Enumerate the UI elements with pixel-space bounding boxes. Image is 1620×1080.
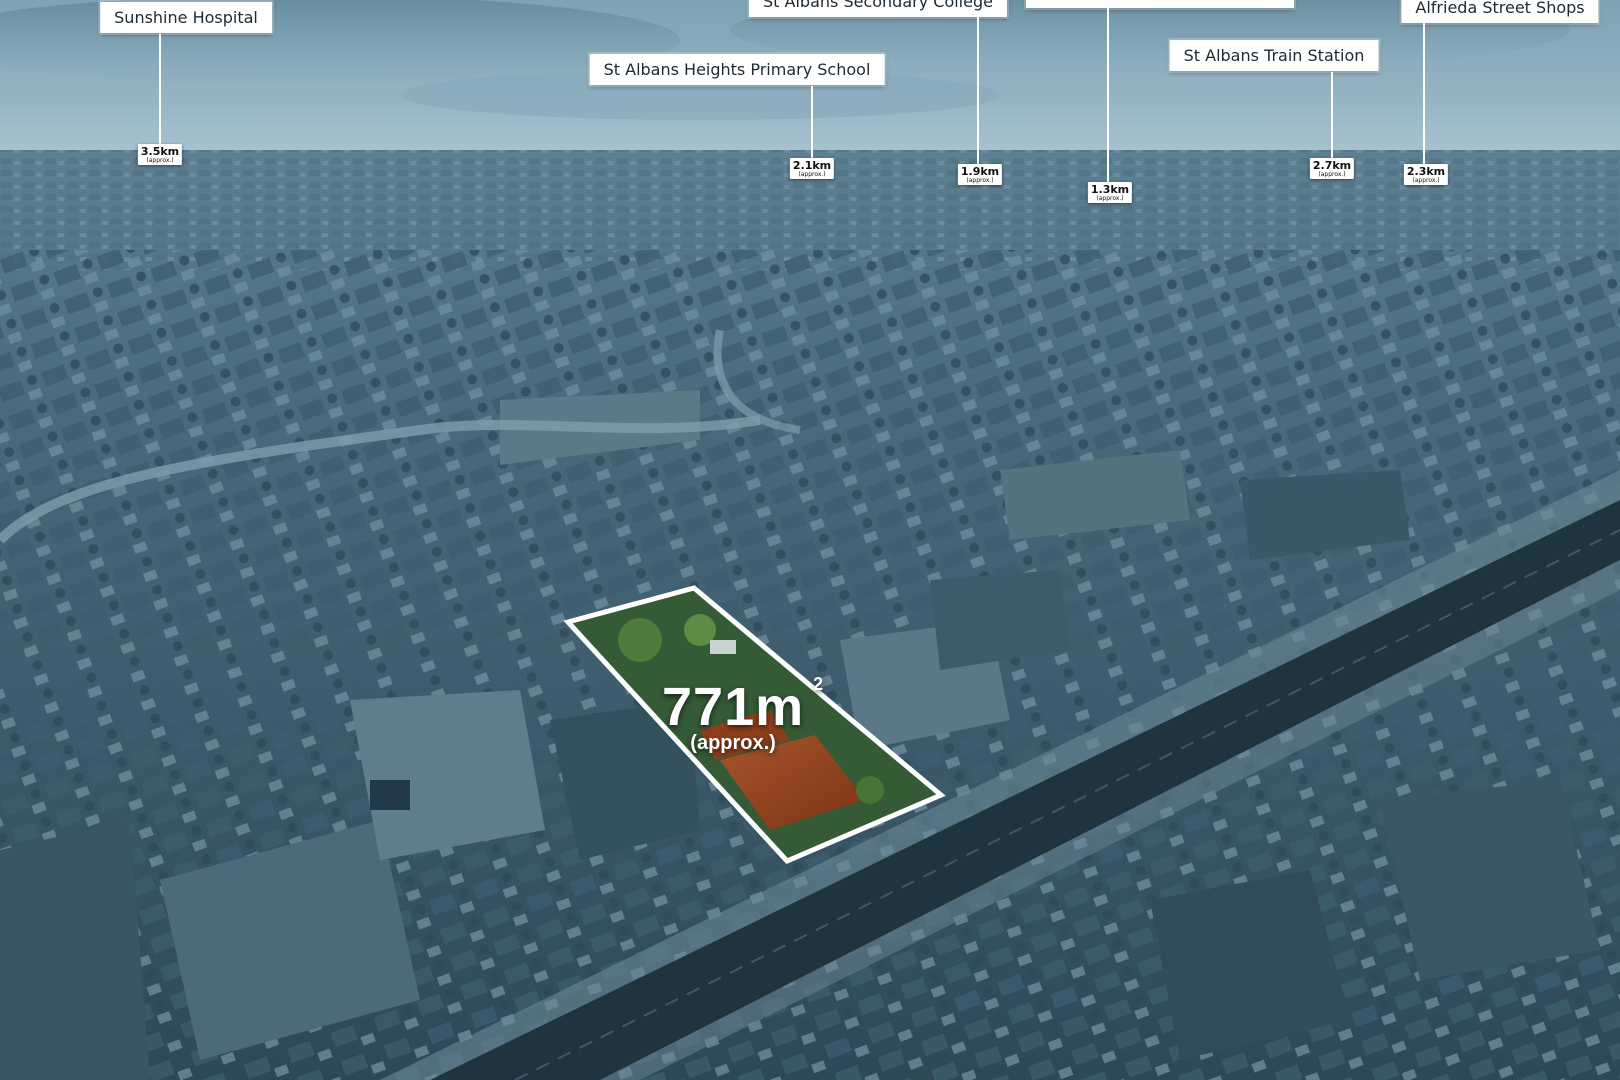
poi-distance-tag: 2.7km (approx.) — [1309, 158, 1355, 179]
poi-distance: 2.3km — [1406, 165, 1446, 178]
poi-distance-tag: 1.9km (approx.) — [957, 164, 1003, 185]
poi-label — [1026, 0, 1294, 8]
poi-label: Sunshine Hospital — [100, 2, 272, 33]
poi-distance-tag: 2.3km (approx.) — [1403, 164, 1449, 185]
poi-approx: (approx.) — [1096, 195, 1124, 202]
land-area-value: 771m 2 — [662, 674, 823, 738]
poi-distance-tag: 2.1km (approx.) — [789, 158, 835, 179]
poi-approx: (approx.) — [1412, 177, 1440, 184]
poi-distance: 2.7km — [1312, 159, 1352, 172]
poi-approx: (approx.) — [966, 177, 994, 184]
poi-label: St Albans Train Station — [1169, 40, 1379, 71]
land-area-label: 771m 2 (approx.) — [662, 674, 823, 755]
poi-leader-line — [811, 86, 813, 158]
poi-label: St Albans Secondary College — [749, 0, 1007, 17]
poi-distance: 3.5km — [140, 145, 180, 158]
land-area-unit-superscript: 2 — [813, 674, 825, 694]
poi-leader-line — [159, 34, 161, 144]
land-area-number: 771m — [662, 677, 805, 737]
poi-leader-line — [977, 14, 979, 164]
poi-label: Alfrieda Street Shops — [1401, 0, 1599, 23]
poi-approx: (approx.) — [798, 171, 826, 178]
poi-approx: (approx.) — [1318, 171, 1346, 178]
poi-leader-line — [1331, 72, 1333, 158]
poi-distance-tag: 3.5km (approx.) — [137, 144, 183, 165]
poi-distance-tag: 1.3km (approx.) — [1087, 182, 1133, 203]
poi-leader-line — [1107, 6, 1109, 182]
poi-distance: 2.1km — [792, 159, 832, 172]
poi-distance: 1.9km — [960, 165, 1000, 178]
poi-label: St Albans Heights Primary School — [589, 54, 885, 85]
poi-leader-line — [1423, 22, 1425, 164]
poi-approx: (approx.) — [146, 157, 174, 164]
poi-distance: 1.3km — [1090, 183, 1130, 196]
